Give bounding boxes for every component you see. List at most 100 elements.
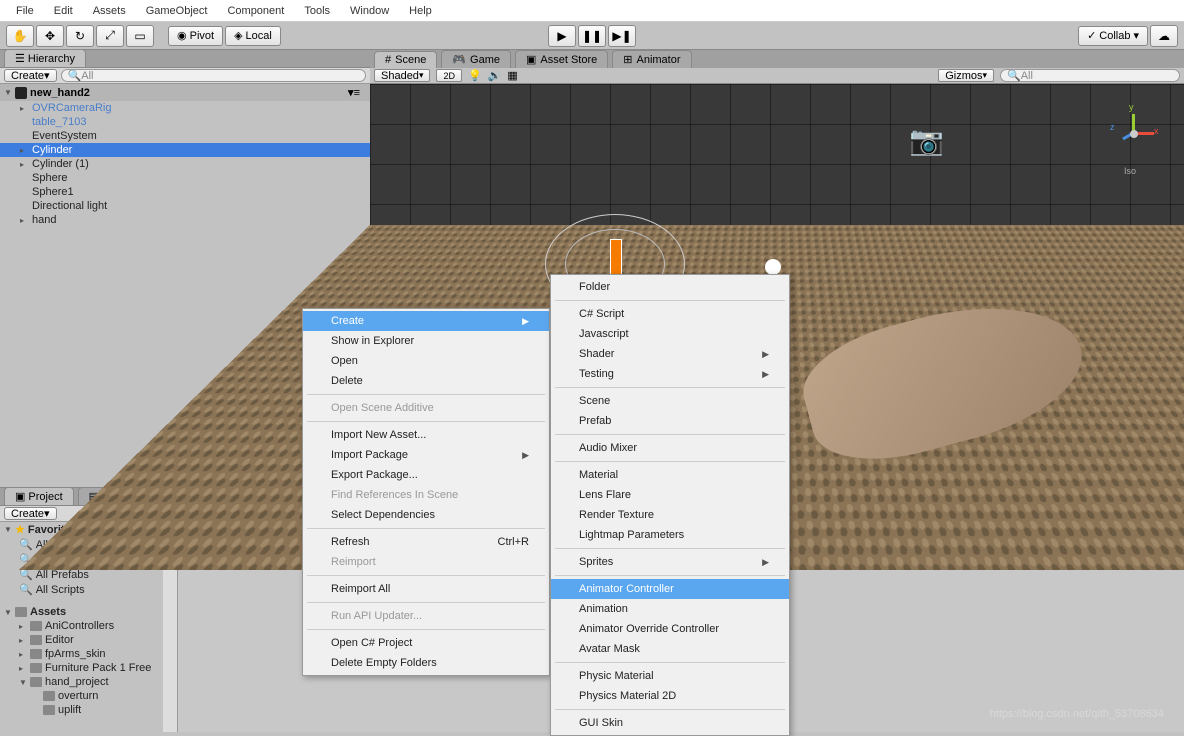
project-tab[interactable]: ▣Project [4, 487, 74, 505]
menu-item-folder[interactable]: Folder [551, 277, 789, 297]
menu-item-create[interactable]: Create▶ [303, 311, 549, 331]
expand-arrow-icon: ▸ [20, 216, 28, 225]
menu-edit[interactable]: Edit [46, 2, 81, 20]
fx-icon[interactable]: ▦ [507, 69, 517, 82]
expand-arrow-icon: ▼ [19, 678, 27, 687]
project-create[interactable]: Create ▾ [4, 507, 57, 520]
hand-tool[interactable]: ✋ [6, 25, 34, 47]
assets-header[interactable]: ▼Assets [0, 605, 177, 619]
hierarchy-item[interactable]: Directional light [0, 199, 370, 213]
menu-item-open[interactable]: Open [303, 351, 549, 371]
hierarchy-tab[interactable]: ☰Hierarchy [4, 49, 86, 67]
move-tool[interactable]: ✥ [36, 25, 64, 47]
folder-item[interactable]: ▸fpArms_skin [0, 647, 177, 661]
create-submenu: Folder C# ScriptJavascriptShader▶Testing▶… [550, 274, 790, 736]
menu-item-physic-material[interactable]: Physic Material [551, 666, 789, 686]
menu-help[interactable]: Help [401, 2, 440, 20]
hierarchy-item[interactable]: ▸Cylinder [0, 143, 370, 157]
menu-item-select-dependencies[interactable]: Select Dependencies [303, 505, 549, 525]
2d-toggle[interactable]: 2D [436, 69, 462, 82]
folder-item[interactable]: ▼hand_project [0, 675, 177, 689]
local-toggle[interactable]: ◈Local [225, 26, 281, 46]
folder-item[interactable]: ▸Furniture Pack 1 Free [0, 661, 177, 675]
orientation-gizmo[interactable]: y x z Iso [1104, 104, 1164, 164]
menu-item-lens-flare[interactable]: Lens Flare [551, 485, 789, 505]
hierarchy-item[interactable]: ▸OVRCameraRig [0, 101, 370, 115]
menu-item-show-in-explorer[interactable]: Show in Explorer [303, 331, 549, 351]
hierarchy-item[interactable]: Sphere1 [0, 185, 370, 199]
folder-item[interactable]: ▸Editor [0, 633, 177, 647]
folder-item[interactable]: ▸AniControllers [0, 619, 177, 633]
menu-item-shader[interactable]: Shader▶ [551, 344, 789, 364]
hierarchy-item[interactable]: EventSystem [0, 129, 370, 143]
menu-item-lightmap-parameters[interactable]: Lightmap Parameters [551, 525, 789, 545]
cloud-button[interactable]: ☁ [1150, 25, 1178, 47]
step-button[interactable]: ▶❚ [608, 25, 636, 47]
tab-asset-store[interactable]: ▣Asset Store [515, 50, 608, 68]
menu-item-delete[interactable]: Delete [303, 371, 549, 391]
menu-item-avatar-mask[interactable]: Avatar Mask [551, 639, 789, 659]
menu-item-render-texture[interactable]: Render Texture [551, 505, 789, 525]
audio-icon[interactable]: 🔊 [488, 69, 502, 82]
tab-scene[interactable]: #Scene [374, 51, 437, 68]
hierarchy-item[interactable]: ▸hand [0, 213, 370, 227]
shaded-dropdown[interactable]: Shaded ▾ [374, 69, 430, 82]
collab-button[interactable]: ✓Collab▾ [1078, 26, 1148, 46]
hierarchy-toolbar: Create ▾ 🔍All [0, 68, 370, 84]
menu-item-audio-mixer[interactable]: Audio Mixer [551, 438, 789, 458]
pivot-toggle[interactable]: ◉Pivot [168, 26, 223, 46]
menu-item-animator-controller[interactable]: Animator Controller [551, 579, 789, 599]
collab-icon: ✓ [1087, 29, 1096, 42]
tab-game[interactable]: 🎮Game [441, 50, 511, 68]
hierarchy-item[interactable]: Sphere [0, 171, 370, 185]
menu-item-c-script[interactable]: C# Script [551, 304, 789, 324]
hierarchy-item[interactable]: table_7103 [0, 115, 370, 129]
menu-tools[interactable]: Tools [296, 2, 338, 20]
hierarchy-item[interactable]: ▸Cylinder (1) [0, 157, 370, 171]
hierarchy-search[interactable]: 🔍All [61, 69, 366, 82]
menu-item-import-new-asset-[interactable]: Import New Asset... [303, 425, 549, 445]
menu-item-material[interactable]: Material [551, 465, 789, 485]
menu-component[interactable]: Component [219, 2, 292, 20]
expand-arrow-icon: ▼ [4, 525, 12, 534]
light-icon[interactable]: 💡 [468, 69, 482, 82]
menu-item-scene[interactable]: Scene [551, 391, 789, 411]
menu-item-delete-empty-folders[interactable]: Delete Empty Folders [303, 653, 549, 673]
menu-item-physics-material-2d[interactable]: Physics Material 2D [551, 686, 789, 706]
menu-file[interactable]: File [8, 2, 42, 20]
folder-item[interactable]: uplift [0, 703, 177, 717]
scene-search[interactable]: 🔍All [1000, 69, 1180, 82]
rotate-tool[interactable]: ↻ [66, 25, 94, 47]
submenu-arrow-icon: ▶ [762, 557, 769, 568]
menu-assets[interactable]: Assets [85, 2, 134, 20]
assets-context-menu: Create▶Show in ExplorerOpenDeleteOpen Sc… [302, 308, 550, 676]
menu-item-open-c-project[interactable]: Open C# Project [303, 633, 549, 653]
menu-item-reimport-all[interactable]: Reimport All [303, 579, 549, 599]
gizmos-dropdown[interactable]: Gizmos ▾ [938, 69, 994, 82]
rect-tool[interactable]: ▭ [126, 25, 154, 47]
menu-item-prefab[interactable]: Prefab [551, 411, 789, 431]
scene-header[interactable]: ▼ new_hand2 ▾≡ [0, 84, 370, 101]
options-icon[interactable]: ▾≡ [348, 86, 360, 99]
scale-tool[interactable]: ⤢ [96, 25, 124, 47]
menu-item-refresh[interactable]: RefreshCtrl+R [303, 532, 549, 552]
menu-item-testing[interactable]: Testing▶ [551, 364, 789, 384]
tab-icon: # [385, 54, 391, 66]
menu-item-gui-skin[interactable]: GUI Skin [551, 713, 789, 733]
folder-icon [30, 635, 42, 645]
menu-item-javascript[interactable]: Javascript [551, 324, 789, 344]
menu-item-animation[interactable]: Animation [551, 599, 789, 619]
tab-animator[interactable]: ⊞Animator [612, 50, 691, 68]
sphere-handle[interactable] [765, 259, 781, 275]
menu-item-import-package[interactable]: Import Package▶ [303, 445, 549, 465]
play-button[interactable]: ▶ [548, 25, 576, 47]
favorite-item[interactable]: 🔍All Scripts [0, 582, 177, 597]
folder-item[interactable]: overturn [0, 689, 177, 703]
menu-item-export-package-[interactable]: Export Package... [303, 465, 549, 485]
menu-window[interactable]: Window [342, 2, 397, 20]
pause-button[interactable]: ❚❚ [578, 25, 606, 47]
hierarchy-create[interactable]: Create ▾ [4, 69, 57, 82]
menu-item-sprites[interactable]: Sprites▶ [551, 552, 789, 572]
menu-item-animator-override-controller[interactable]: Animator Override Controller [551, 619, 789, 639]
menu-gameobject[interactable]: GameObject [138, 2, 216, 20]
